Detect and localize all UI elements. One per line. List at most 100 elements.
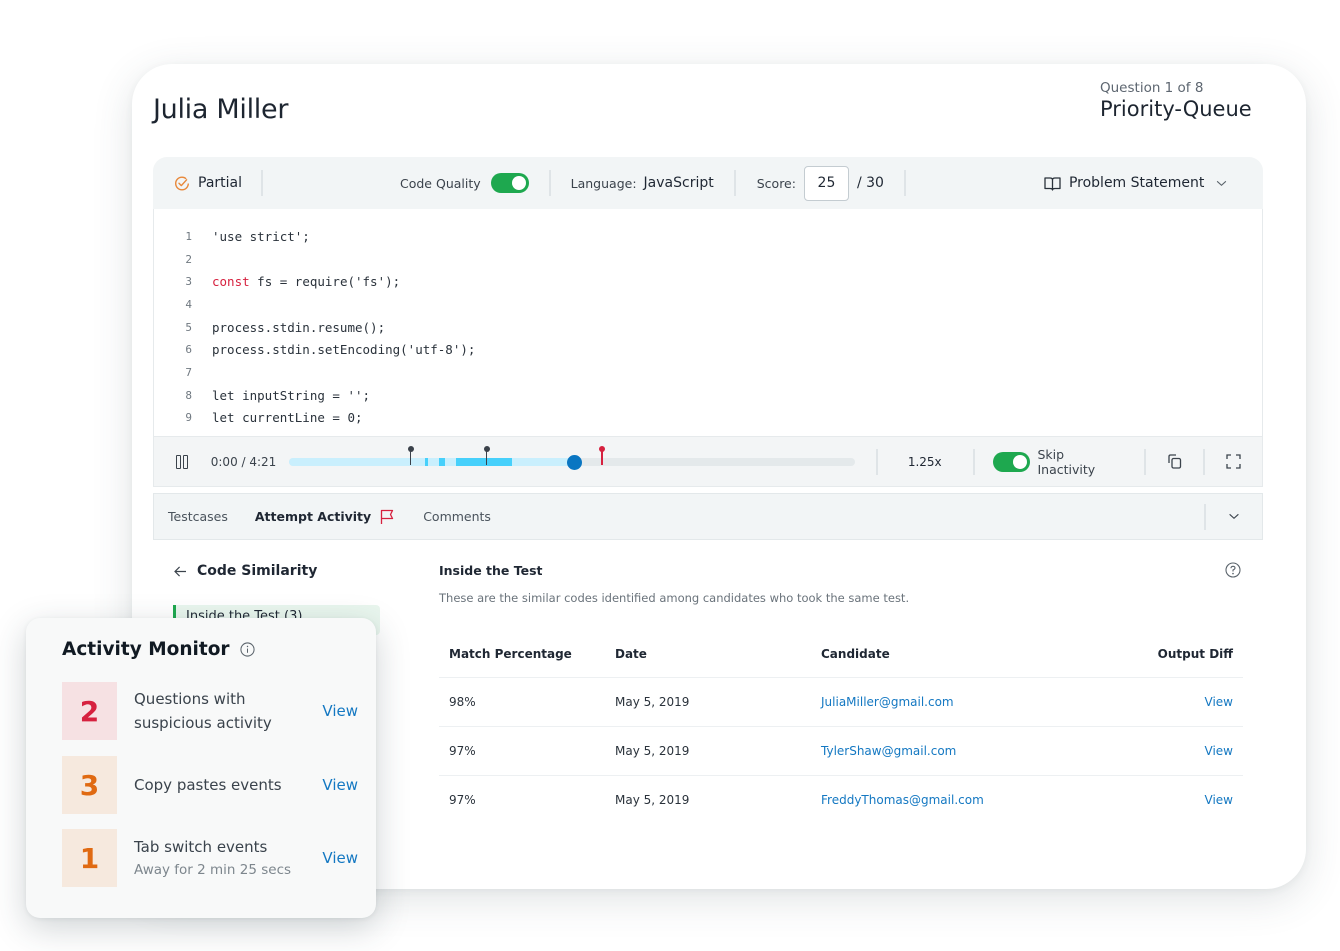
code-line: 3 const fs = require('fs'); — [154, 270, 1262, 293]
date-cell: May 5, 2019 — [605, 726, 811, 776]
flag-marker[interactable] — [599, 445, 604, 465]
divider — [876, 448, 879, 475]
activity-monitor-title: Activity Monitor — [62, 639, 255, 660]
divider — [733, 170, 736, 196]
code-text: process.stdin.setEncoding('utf-8'); — [212, 342, 476, 358]
timeline-played — [289, 457, 574, 466]
language: Language: JavaScript — [571, 175, 714, 191]
code-similarity-title: Code Similarity — [197, 563, 318, 579]
partial-check-icon — [174, 176, 190, 191]
arrow-left-icon — [174, 565, 186, 577]
match-cell: 97% — [449, 792, 476, 807]
col-candidate: Candidate — [811, 632, 1095, 678]
code-text: process.stdin.resume(); — [212, 319, 386, 335]
line-number: 4 — [185, 297, 192, 311]
line-number: 9 — [185, 411, 192, 425]
code-text: let inputString = ''; — [212, 387, 371, 403]
timeline-thumb[interactable] — [566, 454, 582, 470]
divider — [261, 170, 263, 196]
activity-view-link[interactable]: View — [322, 776, 358, 794]
table-header: Match Percentage Date Candidate Output D… — [439, 632, 1243, 678]
playback-timeline[interactable] — [289, 445, 856, 470]
section-description: These are the similar codes identified a… — [439, 591, 910, 605]
activity-label: Questions with suspicious activity — [134, 690, 272, 732]
book-icon — [1044, 176, 1061, 191]
flag-icon — [381, 509, 394, 524]
line-number: 8 — [185, 388, 192, 402]
activity-count: 1 — [62, 829, 117, 887]
tabs-right — [1204, 494, 1262, 539]
code-line: 5 process.stdin.resume(); — [154, 316, 1262, 339]
line-number: 1 — [185, 229, 192, 243]
activity-view-link[interactable]: View — [322, 702, 358, 720]
col-date: Date — [605, 632, 811, 678]
code-quality-toggle[interactable] — [490, 173, 529, 193]
output-diff-link[interactable]: View — [1094, 677, 1243, 727]
line-number: 5 — [185, 320, 192, 334]
candidate-link[interactable]: FreddyThomas@gmail.com — [811, 775, 1095, 824]
tab-comments[interactable]: Comments — [423, 509, 491, 524]
table-row: 97% May 5, 2019 FreddyThomas@gmail.com View — [439, 775, 1243, 824]
output-diff-link[interactable]: View — [1095, 775, 1243, 824]
code-quality-label: Code Quality — [400, 175, 481, 191]
code-keyword: const — [212, 274, 250, 290]
event-marker[interactable] — [408, 445, 413, 465]
code-text: let currentLine = 0; — [212, 410, 363, 426]
fullscreen-button[interactable] — [1205, 453, 1262, 470]
divider — [903, 170, 906, 196]
table-row: 97% May 5, 2019 TylerShaw@gmail.com View — [439, 726, 1243, 776]
code-line: 1 'use strict'; — [154, 225, 1262, 248]
language-value: JavaScript — [643, 175, 714, 191]
activity-view-link[interactable]: View — [322, 849, 358, 867]
activity-item: 1 Tab switch events Away for 2 min 25 secs… — [62, 829, 358, 887]
activity-text: Questions with suspicious activity — [134, 687, 304, 735]
event-marker[interactable] — [484, 445, 489, 465]
back-to-code-similarity[interactable]: Code Similarity — [174, 563, 317, 579]
code-text: const fs = require('fs'); — [212, 274, 400, 289]
tab-attempt-activity[interactable]: Attempt Activity — [255, 509, 395, 525]
line-number: 2 — [185, 252, 192, 266]
activity-label: Tab switch events — [134, 838, 268, 856]
tab-testcases[interactable]: Testcases — [168, 509, 228, 524]
status-badge: Partial — [153, 175, 261, 191]
pause-button[interactable] — [176, 454, 190, 469]
chevron-down-icon — [1229, 513, 1239, 520]
copy-button[interactable] — [1146, 453, 1203, 470]
question-counter: Question 1 of 8 — [1100, 80, 1204, 96]
code-quality: Code Quality — [400, 173, 529, 193]
col-output-diff: Output Diff — [1094, 632, 1243, 678]
collapse-button[interactable] — [1206, 513, 1262, 520]
playback-time: 0:00 / 4:21 — [210, 454, 277, 469]
candidate-link[interactable]: JuliaMiller@gmail.com — [811, 677, 1095, 727]
activity-monitor-card: Activity Monitor 2 Questions with suspici… — [26, 618, 376, 918]
fullscreen-icon — [1226, 454, 1241, 469]
code-line: 8 let inputString = ''; — [154, 384, 1262, 407]
help-icon[interactable] — [1225, 562, 1241, 578]
speed-button[interactable]: 1.25x — [894, 455, 955, 469]
question-toolbar: Partial Code Quality Language: JavaScrip… — [153, 157, 1263, 209]
candidate-link[interactable]: TylerShaw@gmail.com — [811, 726, 1095, 776]
activity-segment — [438, 457, 446, 466]
match-cell: 98% — [439, 677, 605, 727]
divider — [973, 448, 976, 475]
detail-tabs: Testcases Attempt Activity Comments — [153, 493, 1263, 540]
output-diff-link[interactable]: View — [1094, 726, 1243, 776]
info-icon[interactable] — [239, 642, 255, 657]
skip-inactivity-toggle[interactable] — [993, 451, 1031, 472]
code-viewer[interactable]: 1 'use strict'; 2 3 const fs = require('fs')… — [153, 209, 1263, 436]
score-input[interactable] — [803, 165, 849, 201]
problem-statement-button[interactable]: Problem Statement — [1044, 175, 1227, 191]
skip-inactivity-label: Skip Inactivity — [1037, 446, 1096, 477]
section-title: Inside the Test — [439, 563, 543, 578]
chevron-down-icon — [1217, 180, 1227, 186]
table-row: 98% May 5, 2019 JuliaMiller@gmail.com View — [439, 677, 1243, 727]
question-title: Priority-Queue — [1100, 97, 1252, 121]
candidate-name: Julia Miller — [153, 94, 289, 125]
score-label: Score: — [756, 175, 796, 191]
activity-text: Copy pastes events — [134, 773, 304, 797]
tab-attempt-activity-label: Attempt Activity — [254, 509, 372, 524]
code-line: 7 — [154, 361, 1262, 384]
activity-text: Tab switch events Away for 2 min 25 secs — [134, 835, 304, 881]
activity-item: 3 Copy pastes events View — [62, 756, 358, 814]
activity-label: Copy pastes events — [134, 776, 282, 794]
